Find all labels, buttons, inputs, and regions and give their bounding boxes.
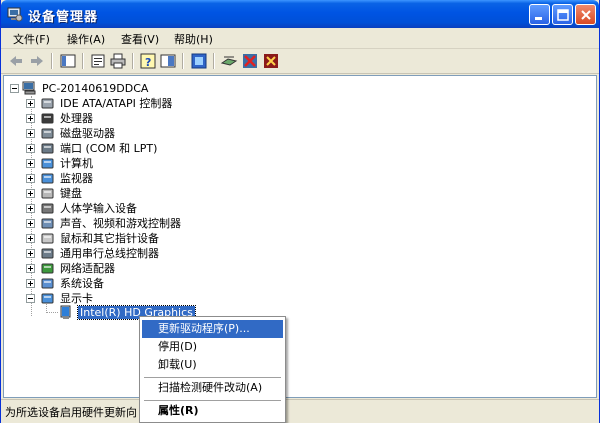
tree-category-label: 计算机: [60, 157, 93, 170]
expand-toggle[interactable]: [26, 174, 35, 183]
title-bar[interactable]: 设备管理器: [1, 0, 599, 28]
menu-help[interactable]: 帮助(H): [174, 31, 213, 47]
menu-action[interactable]: 操作(A): [67, 31, 105, 47]
computer-icon: [22, 81, 38, 96]
tree-category-label: IDE ATA/ATAPI 控制器: [60, 97, 173, 110]
device-category-icon: [40, 111, 56, 126]
expand-toggle[interactable]: [26, 144, 35, 153]
menu-scan-hardware[interactable]: 扫描检测硬件改动(A): [142, 379, 283, 397]
uninstall-icon[interactable]: [262, 52, 280, 70]
expand-toggle[interactable]: [26, 264, 35, 273]
toolbar-separator: [182, 53, 184, 69]
device-category-icon: [40, 96, 56, 111]
menu-separator: [144, 377, 281, 378]
view-icon[interactable]: [159, 52, 177, 70]
device-category-icon: [40, 216, 56, 231]
maximize-button[interactable]: [552, 4, 573, 25]
minimize-icon: [535, 17, 542, 20]
tree-category-label: 鼠标和其它指针设备: [60, 232, 159, 245]
maximize-icon: [557, 9, 569, 21]
expand-toggle[interactable]: [26, 279, 35, 288]
display-adapter-icon: [58, 305, 74, 320]
toolbar-separator: [82, 53, 84, 69]
device-category-icon: [40, 291, 56, 306]
expand-toggle[interactable]: [26, 234, 35, 243]
tree-category-label: 磁盘驱动器: [60, 127, 115, 140]
tree-category-label: 人体学输入设备: [60, 202, 137, 215]
expand-toggle[interactable]: [26, 189, 35, 198]
device-manager-window: 设备管理器 文件(F) 操作(A) 查看(V) 帮助(H) ? PC-20140…: [0, 0, 600, 423]
device-category-icon: [40, 231, 56, 246]
expand-toggle[interactable]: [26, 114, 35, 123]
tree-category-label: 系统设备: [60, 277, 104, 290]
tree-category-label: 端口 (COM 和 LPT): [60, 142, 158, 155]
collapse-toggle[interactable]: [10, 84, 19, 93]
menu-update-driver[interactable]: 更新驱动程序(P)...: [142, 320, 283, 338]
toolbar-separator: [132, 53, 134, 69]
device-category-icon: [40, 126, 56, 141]
close-icon: [581, 10, 591, 20]
device-category-icon: [40, 201, 56, 216]
back-icon[interactable]: [7, 52, 25, 70]
window-title: 设备管理器: [28, 10, 99, 25]
menu-properties[interactable]: 属性(R): [142, 402, 283, 420]
print-icon[interactable]: [109, 52, 127, 70]
tree-category-label: 键盘: [60, 187, 82, 200]
scan-hardware-icon[interactable]: [220, 52, 238, 70]
menu-uninstall[interactable]: 卸载(U): [142, 356, 283, 374]
help-icon[interactable]: ?: [139, 52, 157, 70]
tree-category-label: 显示卡: [60, 292, 93, 305]
device-category-icon: [40, 171, 56, 186]
expand-toggle[interactable]: [26, 249, 35, 258]
tree-line: [46, 312, 58, 313]
device-category-icon: [40, 186, 56, 201]
toolbar: ?: [1, 49, 599, 74]
update-driver-icon[interactable]: [190, 52, 208, 70]
menu-separator: [144, 400, 281, 401]
expand-toggle[interactable]: [26, 99, 35, 108]
context-menu: 更新驱动程序(P)... 停用(D) 卸载(U) 扫描检测硬件改动(A) 属性(…: [139, 316, 286, 423]
minimize-button[interactable]: [529, 4, 550, 25]
device-tree[interactable]: PC-20140619DDCA IDE ATA/ATAPI 控制器 处理器磁盘驱动…: [3, 75, 597, 398]
menu-view[interactable]: 查看(V): [121, 31, 159, 47]
tree-category-label: 处理器: [60, 112, 93, 125]
device-category-icon: [40, 141, 56, 156]
menu-file[interactable]: 文件(F): [13, 31, 50, 47]
menu-disable[interactable]: 停用(D): [142, 338, 283, 356]
tree-category-label: 通用串行总线控制器: [60, 247, 159, 260]
tree-category-label: 监视器: [60, 172, 93, 185]
svg-text:?: ?: [145, 56, 151, 69]
disable-icon[interactable]: [241, 52, 259, 70]
expand-toggle[interactable]: [26, 129, 35, 138]
status-text: 为所选设备启用硬件更新向: [5, 406, 137, 419]
tree-category-label: 声音、视频和游戏控制器: [60, 217, 181, 230]
expand-toggle[interactable]: [26, 219, 35, 228]
tree-root-label: PC-20140619DDCA: [42, 82, 149, 95]
device-category-icon: [40, 261, 56, 276]
status-bar: 为所选设备启用硬件更新向: [1, 399, 599, 423]
collapse-toggle[interactable]: [26, 294, 35, 303]
close-button[interactable]: [575, 4, 596, 25]
toolbar-separator: [51, 53, 53, 69]
toolbar-separator: [213, 53, 215, 69]
device-category-icon: [40, 276, 56, 291]
forward-icon[interactable]: [28, 52, 46, 70]
device-category-icon: [40, 246, 56, 261]
expand-toggle[interactable]: [26, 159, 35, 168]
properties-icon[interactable]: [89, 52, 107, 70]
device-manager-app-icon: [7, 6, 23, 22]
device-category-icon: [40, 156, 56, 171]
show-hide-tree-icon[interactable]: [59, 52, 77, 70]
expand-toggle[interactable]: [26, 204, 35, 213]
tree-category-label: 网络适配器: [60, 262, 115, 275]
menu-bar: 文件(F) 操作(A) 查看(V) 帮助(H): [1, 28, 599, 49]
